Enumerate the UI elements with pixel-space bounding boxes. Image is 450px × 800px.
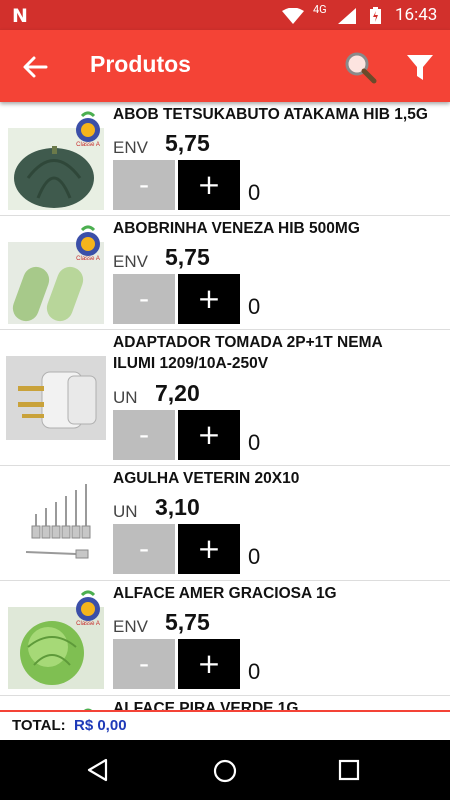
product-name: ABOB TETSUKABUTO ATAKAMA HIB 1,5G [113,106,428,123]
list-item[interactable]: Classe A ABOB TETSUKABUTO ATAKAMA HIB 1,… [0,102,450,216]
increase-quantity-button[interactable]: + [178,160,240,210]
unit-label: ENV [113,138,148,157]
increase-quantity-button[interactable]: + [178,639,240,689]
price: 5,75 [165,244,210,270]
total-label: TOTAL: [12,717,66,734]
unit-label: UN [113,502,138,521]
price: 3,10 [155,494,200,520]
product-name: ALFACE PIRA VERDE 1G [113,700,299,710]
battery-icon [370,7,381,24]
pumpkin-seed-pack-image: Classe A [8,108,104,210]
price: 5,75 [165,130,210,156]
product-name: ALFACE AMER GRACIOSA 1G [113,585,337,602]
product-name: AGULHA VETERIN 20X10 [113,470,300,487]
quantity: 0 [248,659,261,684]
unit-label: ENV [113,252,148,271]
page-title: Produtos [90,51,191,77]
system-navigation-bar [0,740,450,800]
veterinary-needles-image [6,476,106,571]
quantity: 0 [248,294,261,319]
plug-adapter-image [6,356,106,440]
price: 5,75 [165,609,210,635]
list-item[interactable]: ALFACE PIRA VERDE 1G [0,696,450,710]
list-item[interactable]: Classe A ALFACE AMER GRACIOSA 1G ENV 5,7… [0,581,450,696]
list-item[interactable]: Classe A ABOBRINHA VENEZA HIB 500MG ENV … [0,216,450,330]
decrease-quantity-button[interactable]: - [113,639,175,689]
nav-back-icon[interactable] [86,758,110,782]
unit-label: ENV [113,617,148,636]
seed-pack-image [8,702,104,710]
increase-quantity-button[interactable]: + [178,524,240,574]
clock: 16:43 [395,5,438,25]
product-name: ABOBRINHA VENEZA HIB 500MG [113,220,360,237]
product-name: ADAPTADOR TOMADA 2P+1T NEMA ILUMI 1209/1… [113,334,383,372]
nav-home-icon[interactable] [212,758,238,784]
wifi-icon [282,8,304,24]
brand-badge: Classe A [76,256,100,262]
search-icon[interactable] [343,50,377,84]
back-arrow-icon[interactable] [20,52,50,82]
decrease-quantity-button[interactable]: - [113,410,175,460]
list-item[interactable]: AGULHA VETERIN 20X10 UN 3,10 - + 0 [0,466,450,581]
unit-label: UN [113,388,138,407]
increase-quantity-button[interactable]: + [178,410,240,460]
nav-recents-icon[interactable] [338,759,360,781]
quantity: 0 [248,180,261,205]
total-value: R$ 0,00 [74,717,127,734]
quantity: 0 [248,430,261,455]
product-list[interactable]: Classe A ABOB TETSUKABUTO ATAKAMA HIB 1,… [0,102,450,710]
signal-icon [338,8,356,24]
total-bar: TOTAL: R$ 0,00 [0,710,450,740]
decrease-quantity-button[interactable]: - [113,160,175,210]
app-bar: Produtos [0,30,450,102]
zucchini-seed-pack-image: Classe A [8,222,104,324]
decrease-quantity-button[interactable]: - [113,274,175,324]
brand-badge: Classe A [76,621,100,627]
increase-quantity-button[interactable]: + [178,274,240,324]
list-item[interactable]: ADAPTADOR TOMADA 2P+1T NEMA ILUMI 1209/1… [0,330,450,466]
price: 7,20 [155,380,200,406]
quantity: 0 [248,544,261,569]
brand-badge: Classe A [76,142,100,148]
network-type-label: 4G [313,3,327,16]
notification-n-icon: N [12,5,28,27]
lettuce-seed-pack-image: Classe A [8,587,104,689]
decrease-quantity-button[interactable]: - [113,524,175,574]
status-bar: N 4G 16:43 [0,0,450,30]
filter-icon[interactable] [405,52,435,82]
